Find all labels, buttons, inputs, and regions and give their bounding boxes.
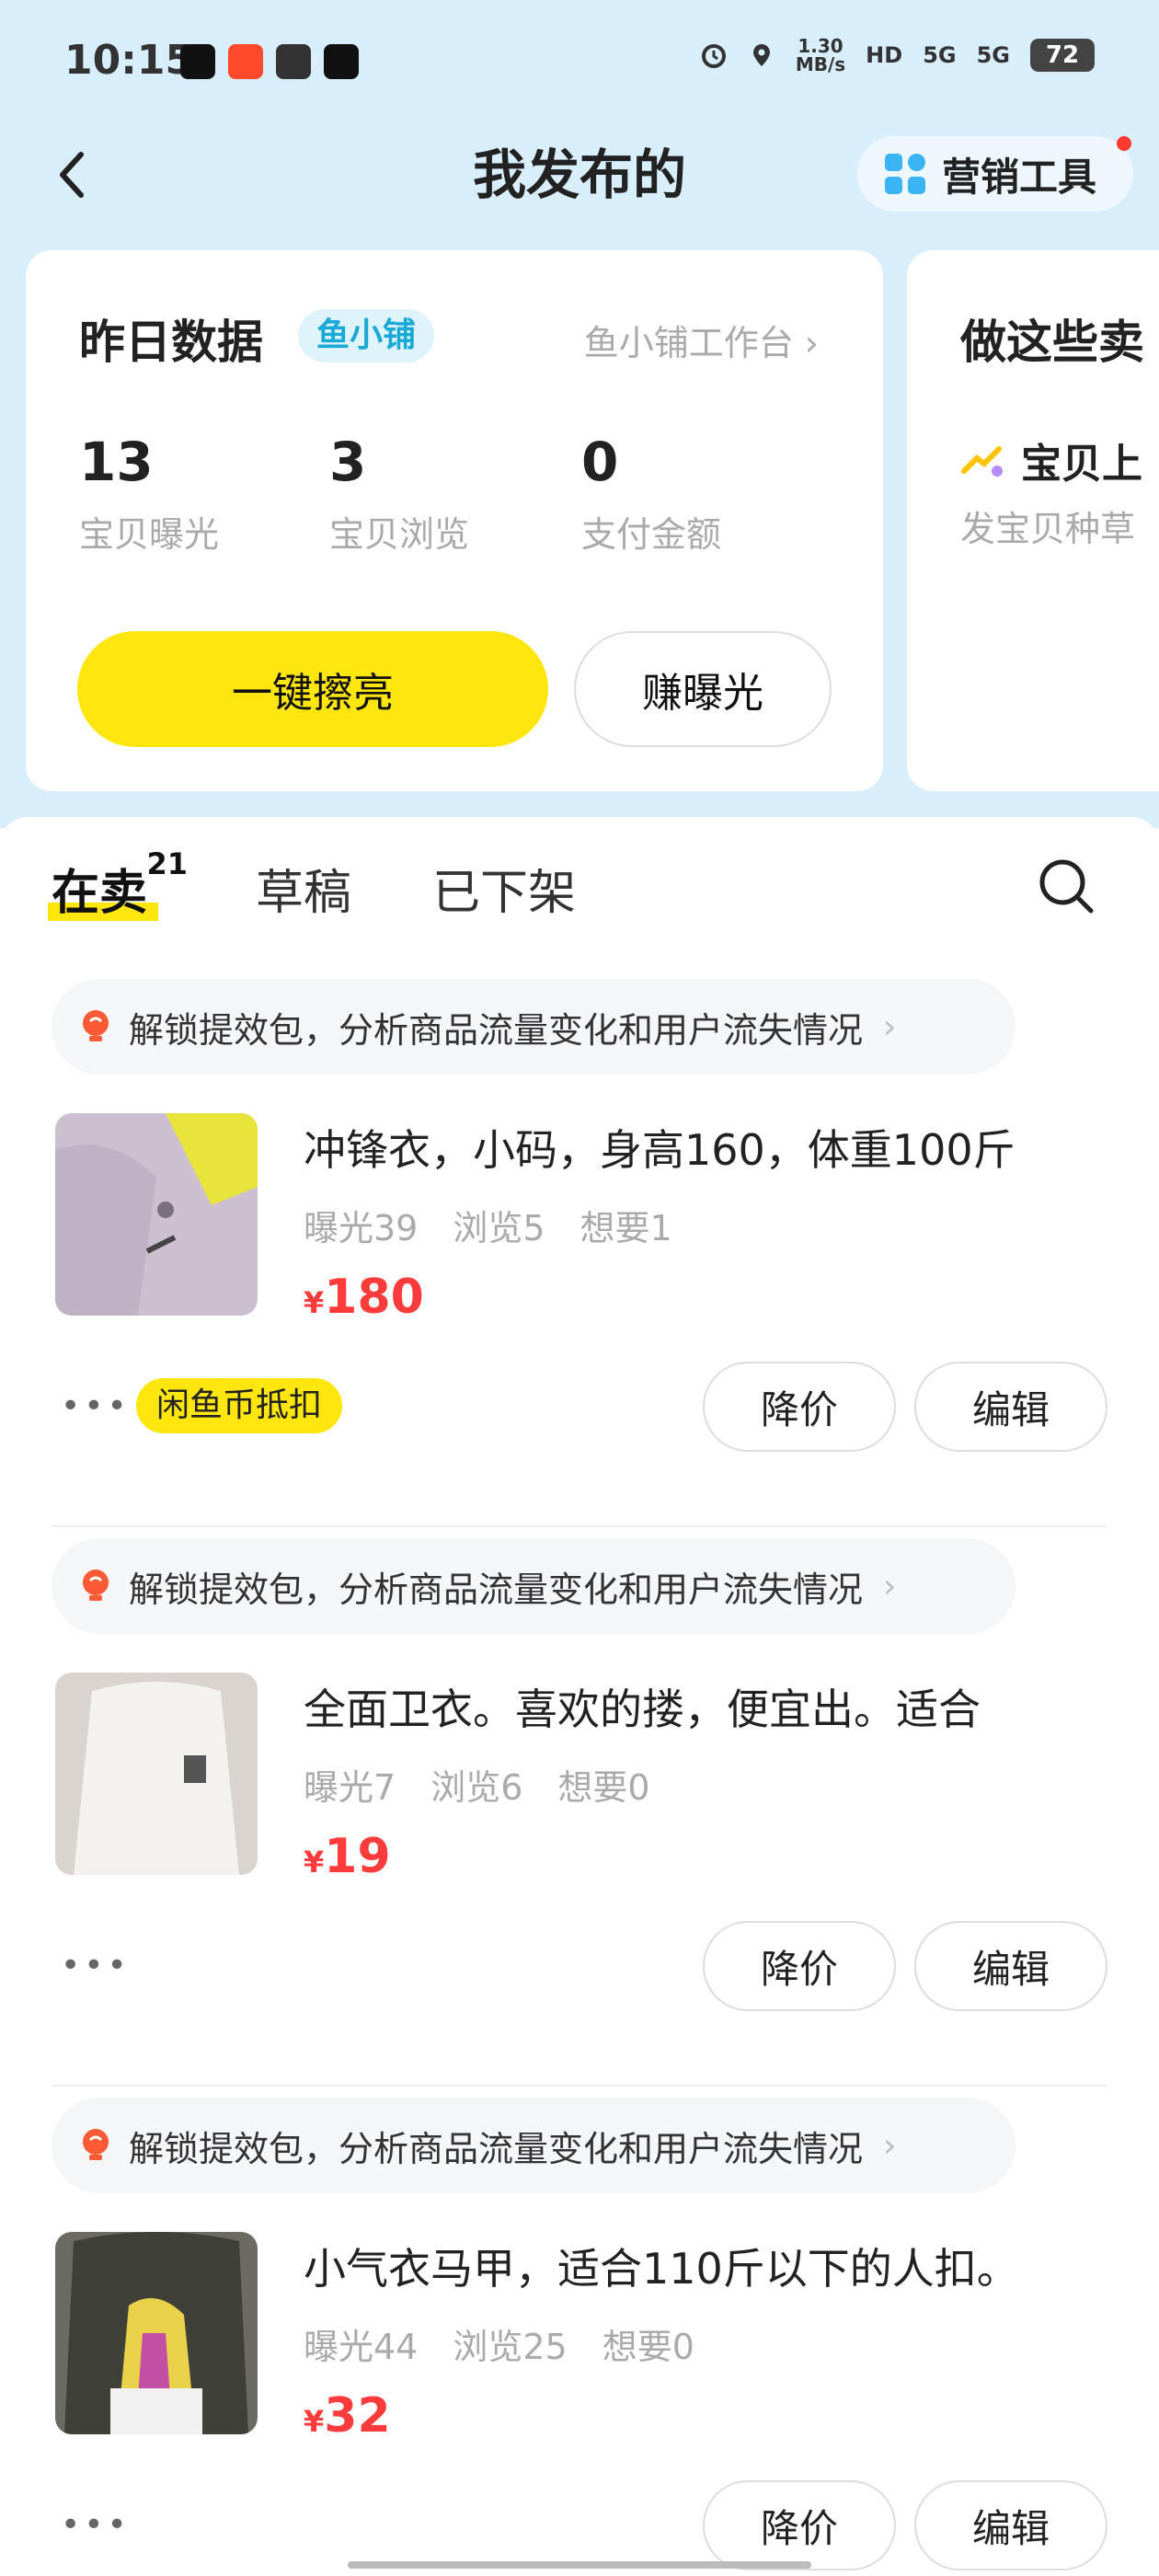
location-icon [752,44,770,66]
signal-5g-1: 5G [923,42,957,68]
tab-drafts[interactable]: 草稿 [256,854,351,923]
more-options-icon[interactable]: ••• [61,2506,131,2544]
edit-button[interactable]: 编辑 [914,1362,1107,1452]
lightbulb-icon [83,1010,109,1041]
signal-5g-2: 5G [976,42,1010,68]
edit-button[interactable]: 编辑 [914,1921,1107,2011]
lightbulb-icon [83,1570,109,1601]
item-wants: 想要0 [557,1767,650,1808]
shop-tag: 鱼小铺 [298,309,435,362]
listen-app-icon [228,44,263,79]
grid-icon [885,154,925,194]
unlock-insights-banner[interactable]: 解锁提效包，分析商品流量变化和用户流失情况 › [52,2098,1016,2193]
chevron-right-icon: › [883,2126,897,2165]
reduce-price-button[interactable]: 降价 [703,1921,896,2011]
tiktok-app-icon-2 [324,44,359,79]
promo-sub-text: 发宝贝种草 [960,509,1136,549]
listing-item: 解锁提效包，分析商品流量变化和用户流失情况 › 全面卫衣。喜欢的搂，便宜出。适合… [52,1538,1107,2099]
tiktok-app-icon [180,44,215,79]
item-divider [52,2085,1107,2087]
more-options-icon[interactable]: ••• [61,1947,131,1984]
battery-indicator: 72 [1030,39,1095,72]
item-thumbnail[interactable] [55,1673,258,1875]
item-metrics: 曝光44 浏览25 想要0 [304,2318,694,2369]
marketing-tools-label: 营销工具 [942,154,1097,200]
tab-bar: 在卖 21 草稿 已下架 [48,846,657,923]
notification-dot [1117,136,1131,151]
stat-exposure: 13 宝贝曝光 [79,431,220,555]
stat-payment: 0 支付金额 [581,431,722,555]
listing-panel: 在卖 21 草稿 已下架 解锁提效包，分析商品流量变化和用户流失情况 › 冲锋衣… [0,817,1159,2576]
reduce-price-button[interactable]: 降价 [703,2480,896,2570]
coin-deduct-tag: 闲鱼币抵扣 [136,1378,343,1433]
item-metrics: 曝光7 浏览6 想要0 [304,1759,650,1810]
item-thumbnail[interactable] [55,1113,258,1316]
promo-card-title: 做这些卖 [960,316,1144,369]
earn-exposure-button[interactable]: 赚曝光 [574,631,832,747]
tab-offline[interactable]: 已下架 [432,854,576,923]
search-icon[interactable] [1034,854,1098,918]
item-price: ¥32 [304,2388,391,2444]
chevron-right-icon: › [883,1007,897,1046]
lightbulb-icon [83,2129,109,2160]
listing-item: 解锁提效包，分析商品流量变化和用户流失情况 › 小气衣马甲，适合110斤以下的人… [52,2098,1107,2576]
net-speed: 1.30 MB/s [795,35,846,75]
item-thumbnail[interactable] [55,2232,258,2434]
jacket-image [55,1113,258,1316]
unlock-insights-banner[interactable]: 解锁提效包，分析商品流量变化和用户流失情况 › [52,979,1016,1075]
polish-all-button[interactable]: 一键擦亮 [77,631,548,747]
item-exposure: 曝光39 [304,1208,419,1248]
reduce-price-button[interactable]: 降价 [703,1362,896,1452]
item-price: ¥180 [304,1270,424,1325]
more-options-icon[interactable]: ••• [61,1387,131,1425]
chevron-right-icon: › [883,1567,897,1605]
stat-views: 3 宝贝浏览 [329,431,470,555]
home-indicator[interactable] [348,2561,811,2569]
tab-selling[interactable]: 在卖 21 [48,846,188,923]
status-bar: 10:15 1.30 MB/s HD 5G 5G 72 [0,0,1159,120]
item-price: ¥19 [304,1829,391,1884]
item-views: 浏览5 [453,1208,545,1248]
listing-item: 解锁提效包，分析商品流量变化和用户流失情况 › 冲锋衣，小码，身高160，体重1… [52,979,1107,1540]
marketing-tools-button[interactable]: 营销工具 [857,136,1133,212]
promo-row-text: 宝贝上 [1021,441,1142,488]
promo-card[interactable]: 做这些卖 宝贝上 发宝贝种草 [907,250,1159,791]
hd-indicator: HD [866,42,903,68]
selling-count: 21 [146,846,189,881]
alarm-icon [701,44,726,68]
workbench-link[interactable]: 鱼小铺工作台 › [584,315,819,365]
yesterday-data-card: 昨日数据 鱼小铺 鱼小铺工作台 › 13 宝贝曝光 3 宝贝浏览 0 支付金额 … [26,250,883,791]
item-metrics: 曝光39 浏览5 想要1 [304,1200,672,1250]
item-title[interactable]: 全面卫衣。喜欢的搂，便宜出。适合 [304,1676,981,1737]
unlock-insights-banner[interactable]: 解锁提效包，分析商品流量变化和用户流失情况 › [52,1538,1016,1634]
item-title[interactable]: 小气衣马甲，适合110斤以下的人扣。 [304,2236,1019,2296]
item-divider [52,1525,1107,1527]
item-views: 浏览6 [430,1767,523,1808]
mail-app-icon [276,44,311,79]
item-wants: 想要0 [602,2327,694,2367]
trend-icon [961,446,1003,477]
yesterday-data-title: 昨日数据 [79,316,263,369]
status-time: 10:15 [64,37,194,84]
sweater-image [55,1673,258,1875]
item-exposure: 曝光7 [304,1767,396,1808]
item-wants: 想要1 [580,1208,672,1248]
item-exposure: 曝光44 [304,2327,419,2367]
item-title[interactable]: 冲锋衣，小码，身高160，体重100斤 [304,1117,1016,1178]
item-views: 浏览25 [453,2327,568,2367]
edit-button[interactable]: 编辑 [914,2480,1107,2570]
vest-image [55,2232,258,2434]
